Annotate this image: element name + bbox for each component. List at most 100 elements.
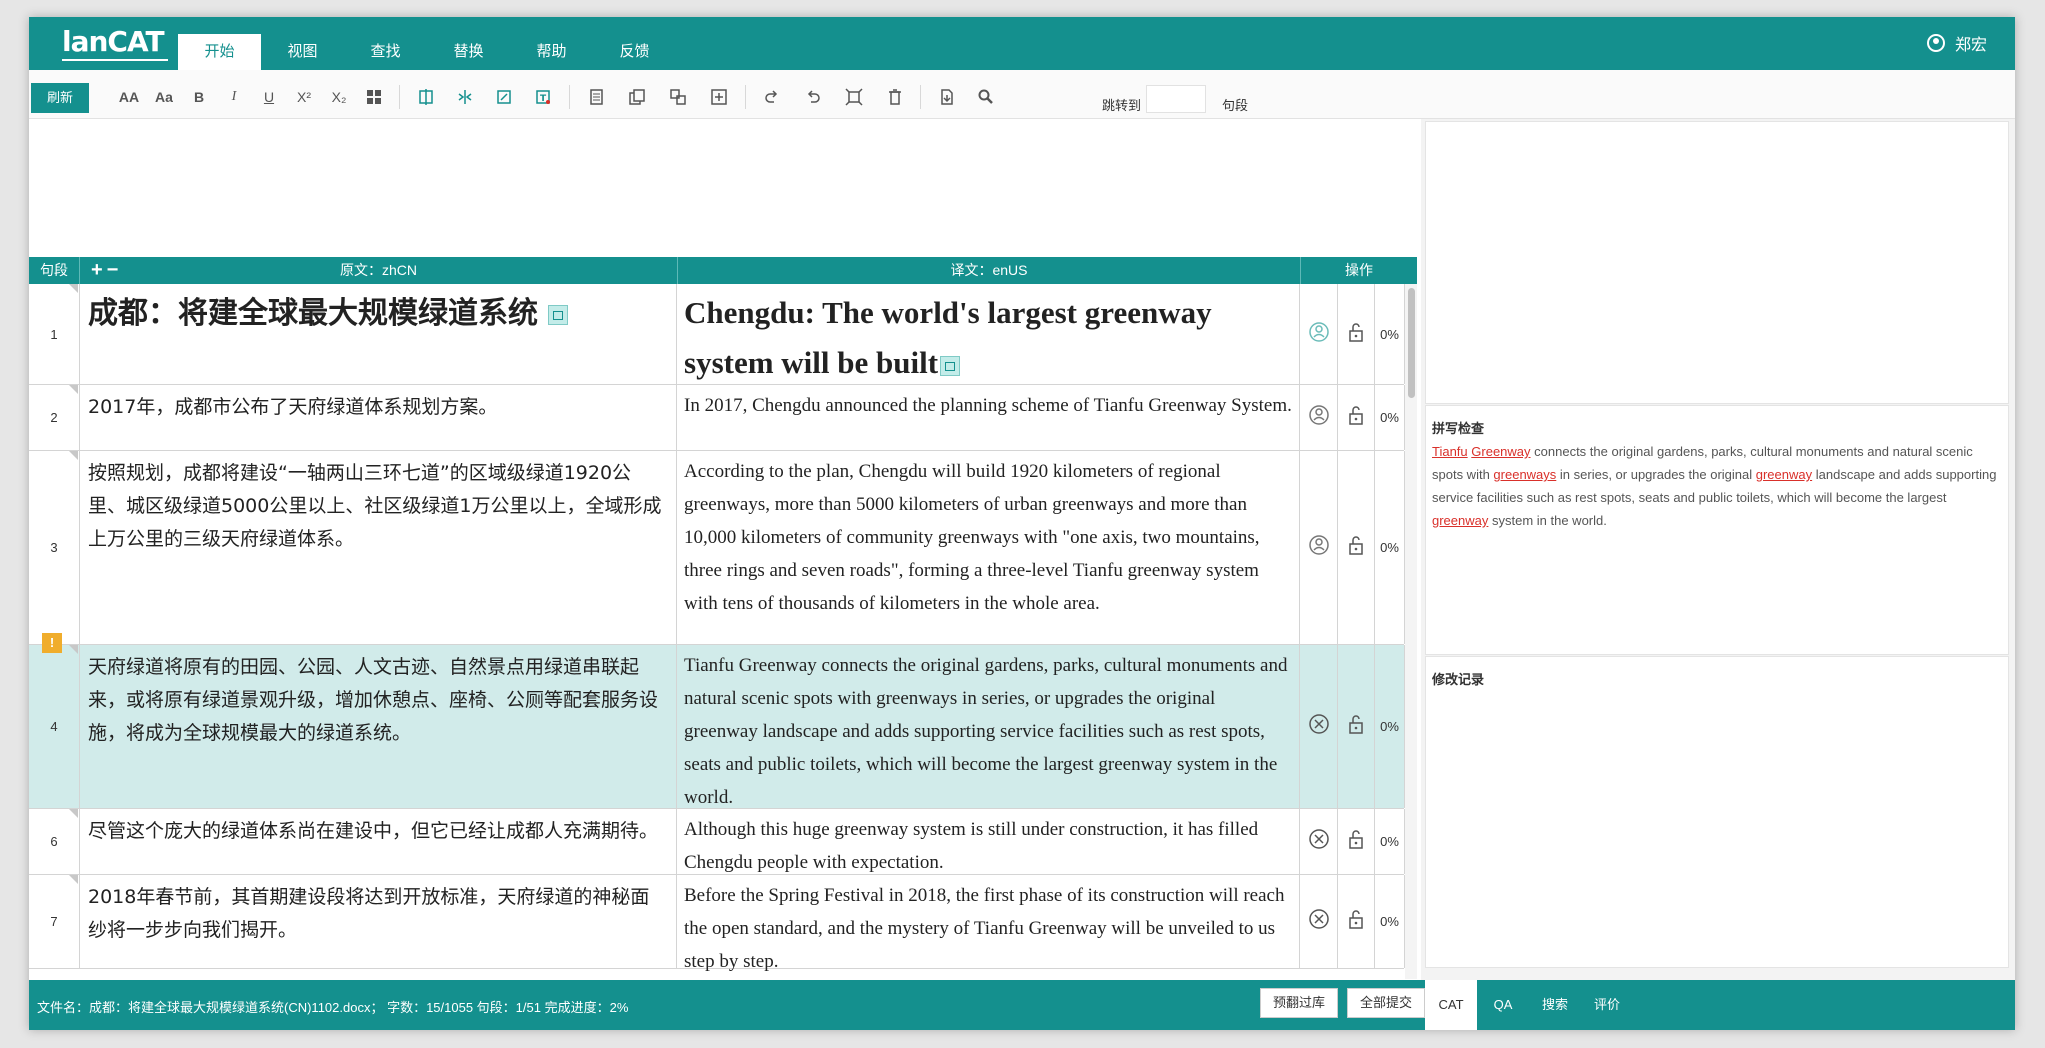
trash-icon[interactable] bbox=[881, 84, 909, 110]
toolbar-separator bbox=[569, 85, 570, 109]
jump-unit-label: 句段 bbox=[1222, 98, 1249, 113]
unlock-icon[interactable] bbox=[1345, 828, 1367, 855]
segment-row[interactable]: 6 尽管这个庞大的绿道体系尚在建设中，但它已经让成都人充满期待。 Although … bbox=[29, 809, 1405, 875]
segment-row[interactable]: 3 按照规划，成都将建设“一轴两山三环七道”的区域级绿道1920公里、城区级绿道5… bbox=[29, 451, 1405, 645]
top-bar: lanCAT 开始 视图 查找 替换 帮助 反馈 郑宏 bbox=[29, 17, 2015, 70]
segment-row[interactable]: ! 4 天府绿道将原有的田园、公园、人文古迹、自然景点用绿道串联起来，或将原有绿道景… bbox=[29, 633, 1405, 809]
tab-search[interactable]: 搜索 bbox=[1529, 980, 1581, 1030]
confirm-user-icon[interactable] bbox=[1308, 404, 1330, 431]
refresh-button[interactable]: 刷新 bbox=[31, 83, 89, 113]
spell-check-panel: 拼写检查 Tianfu Greenway connects the origin… bbox=[1425, 405, 2009, 655]
jump-to-input[interactable] bbox=[1146, 85, 1206, 113]
main-tabs: 开始 视图 查找 替换 帮助 反馈 bbox=[178, 34, 676, 70]
copy-icon[interactable] bbox=[623, 84, 651, 110]
clear-icon[interactable] bbox=[1308, 908, 1330, 935]
logo-underline bbox=[62, 59, 168, 61]
source-cell: 天府绿道将原有的田园、公园、人文古迹、自然景点用绿道串联起来，或将原有绿道景观升… bbox=[80, 645, 677, 808]
segment-corner-marker bbox=[69, 645, 78, 654]
misspelled-word[interactable]: Tianfu bbox=[1432, 444, 1468, 459]
target-text[interactable]: Tianfu Greenway connects the original ga… bbox=[684, 655, 1287, 808]
tab-find[interactable]: 查找 bbox=[344, 34, 427, 70]
grid-icon[interactable] bbox=[360, 84, 388, 110]
copy-source-icon[interactable] bbox=[490, 84, 518, 110]
merge-icon[interactable] bbox=[664, 84, 692, 110]
misspelled-word[interactable]: greenways bbox=[1493, 467, 1556, 482]
font-size-button[interactable]: AA bbox=[115, 84, 143, 110]
expand-collapse-buttons[interactable]: +− bbox=[91, 259, 122, 282]
tag-icon[interactable] bbox=[548, 304, 568, 325]
segment-row[interactable]: 2 2017年，成都市公布了天府绿道体系规划方案。 In 2017, Chengdu… bbox=[29, 385, 1405, 451]
document-icon[interactable] bbox=[582, 84, 610, 110]
toolbar-separator bbox=[399, 85, 400, 109]
target-cell[interactable]: In 2017, Chengdu announced the planning … bbox=[678, 385, 1300, 450]
match-percent: 0% bbox=[1375, 809, 1405, 874]
bold-button[interactable]: B bbox=[185, 84, 213, 110]
clear-target-icon[interactable]: T bbox=[529, 84, 557, 110]
segment-row[interactable]: 1 成都：将建全球最大规模绿道系统 Chengdu: The world's lar… bbox=[29, 284, 1405, 385]
segment-number-label: 6 bbox=[50, 834, 58, 849]
undo-icon[interactable] bbox=[799, 84, 827, 110]
segment-row[interactable]: 7 2018年春节前，其首期建设段将达到开放标准，天府绿道的神秘面纱将一步步向我们… bbox=[29, 875, 1405, 972]
change-case-button[interactable]: Aa bbox=[150, 84, 178, 110]
superscript-button[interactable]: X² bbox=[290, 84, 318, 110]
target-cell[interactable]: Before the Spring Festival in 2018, the … bbox=[678, 875, 1300, 972]
grid-scrollbar-thumb[interactable] bbox=[1408, 288, 1415, 398]
insert-tag-icon[interactable] bbox=[412, 84, 440, 110]
source-cell: 2018年春节前，其首期建设段将达到开放标准，天府绿道的神秘面纱将一步步向我们揭… bbox=[80, 875, 677, 968]
unlock-icon[interactable] bbox=[1345, 908, 1367, 935]
tab-start[interactable]: 开始 bbox=[178, 34, 261, 70]
warning-badge[interactable]: ! bbox=[42, 633, 62, 653]
tab-help[interactable]: 帮助 bbox=[510, 34, 593, 70]
clear-icon[interactable] bbox=[1308, 828, 1330, 855]
tab-feedback[interactable]: 反馈 bbox=[593, 34, 676, 70]
split-segment-icon[interactable] bbox=[451, 84, 479, 110]
submit-all-button[interactable]: 全部提交 bbox=[1347, 988, 1425, 1018]
unlock-icon[interactable] bbox=[1345, 534, 1367, 561]
user-menu[interactable]: 郑宏 bbox=[1926, 31, 1987, 55]
tab-cat[interactable]: CAT bbox=[1425, 980, 1477, 1030]
target-text[interactable]: Although this huge greenway system is st… bbox=[684, 819, 1258, 873]
add-icon[interactable] bbox=[705, 84, 733, 110]
underline-button[interactable]: U bbox=[255, 84, 283, 110]
lock-cell bbox=[1338, 645, 1375, 808]
target-cell[interactable]: According to the plan, Chengdu will buil… bbox=[678, 451, 1300, 644]
spell-text-segment: in series, or upgrades the original bbox=[1556, 467, 1756, 482]
unlock-icon[interactable] bbox=[1345, 404, 1367, 431]
toolbar-separator bbox=[745, 85, 746, 109]
target-cell[interactable]: Although this huge greenway system is st… bbox=[678, 809, 1300, 874]
tab-qa[interactable]: QA bbox=[1477, 980, 1529, 1030]
match-panel bbox=[1425, 121, 2009, 404]
search-icon[interactable] bbox=[972, 84, 1000, 110]
unlock-icon[interactable] bbox=[1345, 713, 1367, 740]
app-window: lanCAT 开始 视图 查找 替换 帮助 反馈 郑宏 刷新 AA Aa B I… bbox=[29, 17, 2015, 1030]
target-text[interactable]: Before the Spring Festival in 2018, the … bbox=[684, 885, 1285, 972]
italic-button[interactable]: I bbox=[220, 84, 248, 110]
confirm-user-icon[interactable] bbox=[1308, 321, 1330, 348]
misspelled-word[interactable]: Greenway bbox=[1471, 444, 1530, 459]
target-text[interactable]: In 2017, Chengdu announced the planning … bbox=[684, 395, 1292, 416]
expand-icon[interactable] bbox=[840, 84, 868, 110]
tag-icon[interactable] bbox=[940, 355, 961, 376]
segment-corner-marker bbox=[69, 385, 78, 394]
tab-replace[interactable]: 替换 bbox=[427, 34, 510, 70]
tab-rating[interactable]: 评价 bbox=[1581, 980, 1633, 1030]
editor-preview-area bbox=[29, 119, 1417, 257]
redo-icon[interactable] bbox=[758, 84, 786, 110]
unlock-icon[interactable] bbox=[1345, 321, 1367, 348]
grid-scrollbar[interactable] bbox=[1405, 284, 1417, 979]
target-cell[interactable]: Tianfu Greenway connects the original ga… bbox=[678, 645, 1300, 808]
pretranslate-button[interactable]: 预翻过库 bbox=[1260, 988, 1338, 1018]
segment-number-label: 7 bbox=[50, 914, 58, 929]
segment-number-label: 2 bbox=[50, 410, 58, 425]
target-cell[interactable]: Chengdu: The world's largest greenway sy… bbox=[678, 284, 1300, 384]
lock-cell bbox=[1338, 284, 1375, 384]
tab-view[interactable]: 视图 bbox=[261, 34, 344, 70]
misspelled-word[interactable]: greenway bbox=[1432, 513, 1488, 528]
target-text[interactable]: According to the plan, Chengdu will buil… bbox=[684, 461, 1260, 614]
subscript-button[interactable]: X₂ bbox=[325, 84, 353, 110]
misspelled-word[interactable]: greenway bbox=[1756, 467, 1812, 482]
segment-number: 7 bbox=[29, 875, 80, 968]
confirm-user-icon[interactable] bbox=[1308, 534, 1330, 561]
clear-icon[interactable] bbox=[1308, 713, 1330, 740]
file-export-icon[interactable] bbox=[933, 84, 961, 110]
